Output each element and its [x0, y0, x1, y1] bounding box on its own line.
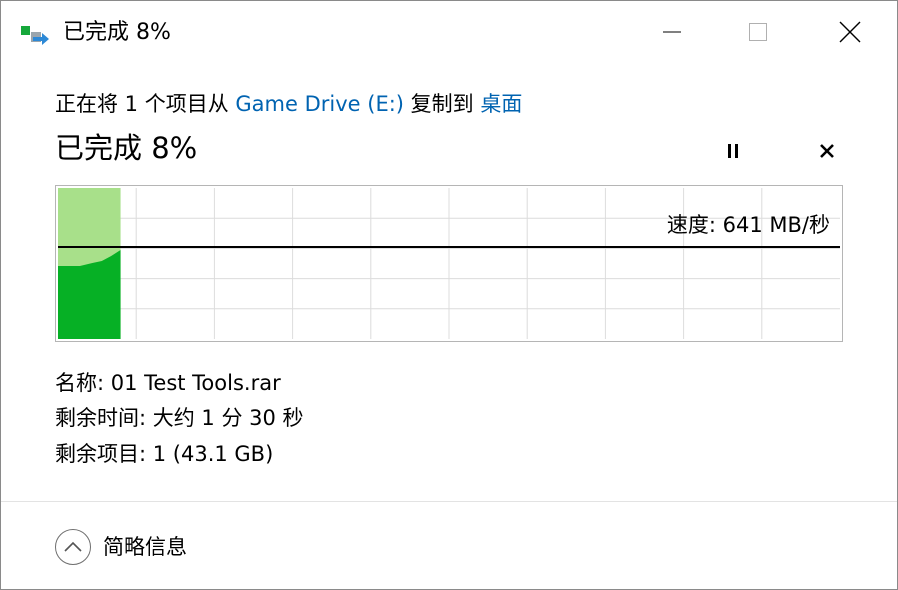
progress-title: 已完成 8% — [55, 131, 198, 165]
fewer-details-label: 简略信息 — [103, 535, 187, 559]
copy-description: 正在将 1 个项目从 Game Drive (E:) 复制到 桌面 — [55, 90, 522, 118]
title-bar[interactable]: 已完成 8% — [1, 1, 897, 63]
minimize-icon — [663, 31, 681, 33]
footer-divider — [1, 501, 897, 502]
copy-description-prefix: 正在将 1 个项目从 — [55, 92, 236, 116]
pause-icon — [728, 144, 738, 158]
window-title: 已完成 8% — [63, 20, 171, 45]
speed-label: 速度: 641 MB/秒 — [666, 213, 830, 237]
cancel-button[interactable] — [811, 135, 843, 167]
file-name: 名称: 01 Test Tools.rar — [55, 371, 281, 395]
copy-description-middle: 复制到 — [403, 92, 481, 116]
minimize-button[interactable] — [627, 1, 717, 63]
speed-graph: 速度: 641 MB/秒 — [55, 185, 843, 342]
maximize-button[interactable] — [713, 1, 803, 63]
source-link[interactable]: Game Drive (E:) — [235, 92, 404, 116]
close-button[interactable] — [805, 1, 895, 63]
copy-progress-icon — [21, 26, 49, 45]
pause-button[interactable] — [717, 135, 749, 167]
copy-dialog-window: 已完成 8% 正在将 1 个项目从 Game Drive (E:) 复制到 桌面… — [0, 0, 898, 590]
time-remaining: 剩余时间: 大约 1 分 30 秒 — [55, 406, 304, 430]
speed-graph-canvas — [58, 188, 840, 339]
destination-link[interactable]: 桌面 — [480, 92, 522, 116]
maximize-icon — [749, 23, 767, 41]
chevron-up-icon — [64, 541, 82, 552]
chevron-up-button[interactable] — [55, 529, 91, 565]
close-icon — [839, 21, 861, 43]
fewer-details-toggle[interactable]: 简略信息 — [55, 529, 187, 565]
items-remaining: 剩余项目: 1 (43.1 GB) — [55, 442, 274, 466]
cancel-icon — [820, 144, 834, 158]
